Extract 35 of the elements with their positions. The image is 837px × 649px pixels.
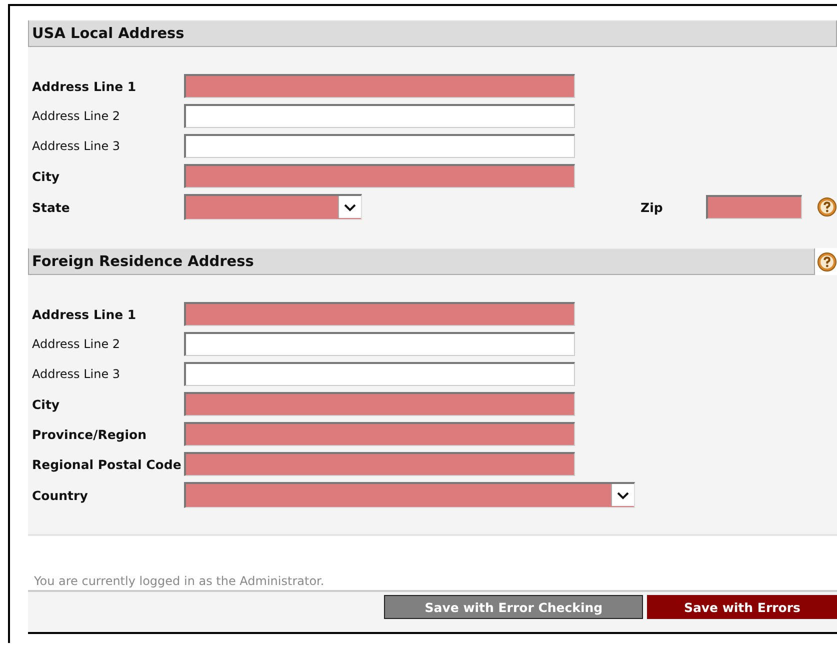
field-label: Zip — [640, 200, 664, 214]
field-label: Address Line 1 — [32, 78, 138, 94]
text-field[interactable] — [184, 74, 575, 98]
field-label: Country — [32, 488, 89, 502]
field-label: Province/Region — [32, 426, 148, 442]
field-label: City — [32, 396, 61, 412]
dropdown-field[interactable] — [184, 482, 635, 508]
field-label: Address Line 2 — [32, 336, 122, 352]
text-field[interactable] — [184, 422, 575, 446]
field-label: City — [32, 168, 61, 184]
text-field[interactable] — [184, 164, 575, 188]
text-field[interactable] — [184, 452, 575, 476]
field-label: Address Line 3 — [32, 366, 122, 382]
field-label: Address Line 2 — [32, 108, 122, 124]
text-field[interactable] — [184, 104, 575, 128]
text-field[interactable] — [184, 302, 575, 326]
chevron-down-icon — [338, 196, 361, 218]
field-label: Address Line 1 — [32, 306, 138, 322]
help-icon[interactable] — [817, 197, 837, 217]
section-header: USA Local Address — [28, 20, 837, 47]
help-icon[interactable] — [817, 252, 837, 272]
section-header: Foreign Residence Address — [28, 248, 815, 275]
field-label: Address Line 3 — [32, 138, 122, 154]
login-status: You are currently logged in as the Administrator. — [34, 574, 326, 588]
chevron-down-icon — [611, 484, 634, 506]
text-field[interactable] — [184, 332, 575, 356]
text-field[interactable] — [706, 195, 802, 219]
dropdown-field[interactable] — [184, 194, 362, 220]
save-button[interactable]: Save with Errors — [647, 595, 837, 619]
save-button[interactable]: Save with Error Checking — [384, 595, 644, 619]
field-label: State — [32, 200, 71, 214]
text-field[interactable] — [184, 392, 575, 416]
text-field[interactable] — [184, 362, 575, 386]
text-field[interactable] — [184, 134, 575, 158]
field-label: Regional Postal Code — [32, 456, 182, 472]
